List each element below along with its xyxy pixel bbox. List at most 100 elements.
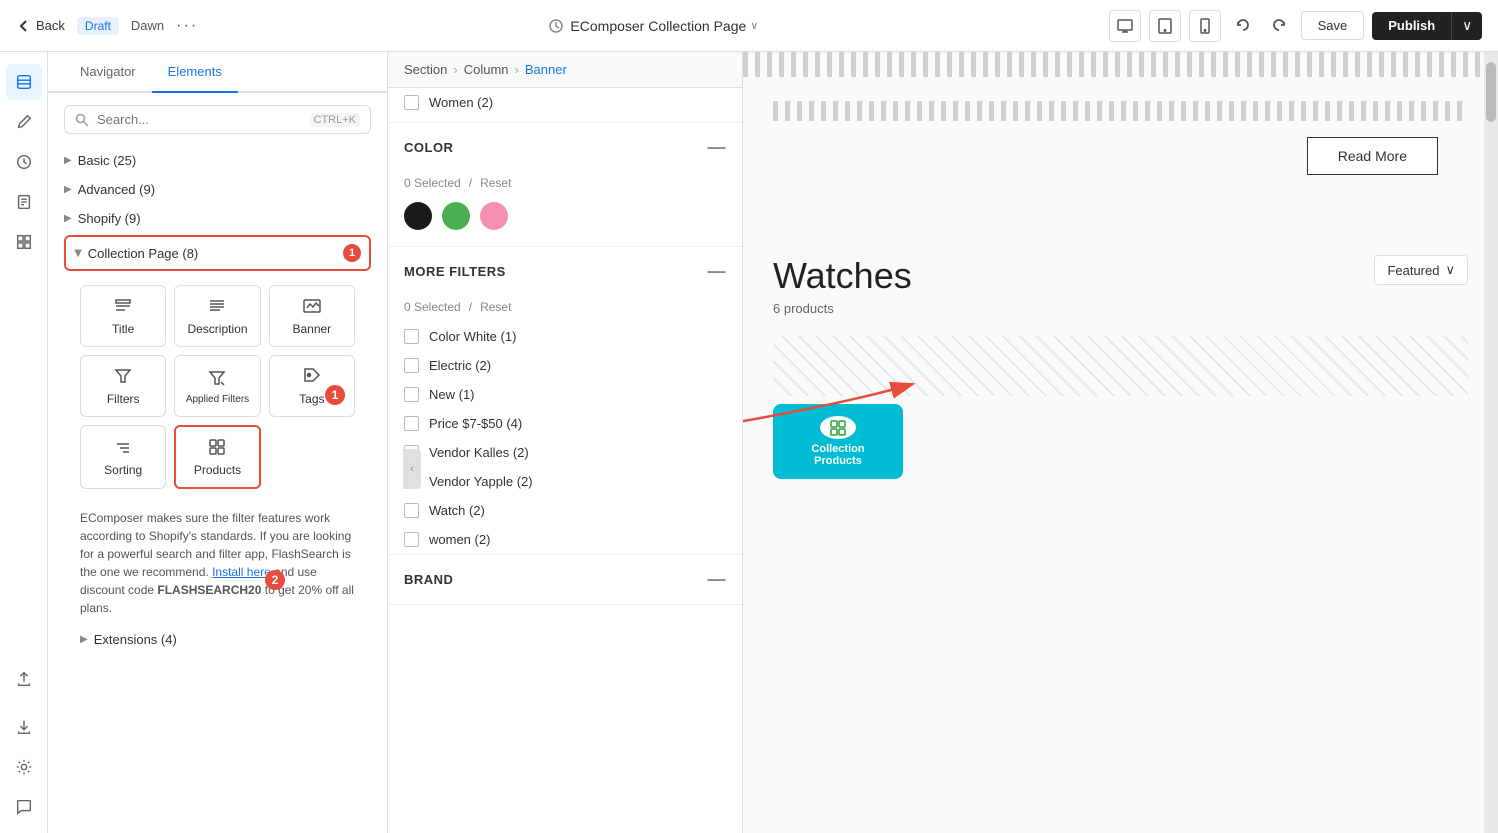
sidebar-icon-layers[interactable]: [6, 64, 42, 100]
more-options-button[interactable]: ···: [176, 17, 198, 35]
tab-elements[interactable]: Elements: [152, 52, 238, 93]
collection-products-area: Collection Products: [773, 404, 1468, 504]
preview-wrapper: ‹ Read More Watches 6 prod: [743, 52, 1498, 833]
tab-navigator[interactable]: Navigator: [64, 52, 152, 93]
badge-2: 2: [265, 570, 285, 590]
page-title[interactable]: EComposer Collection Page ∨: [570, 18, 758, 34]
scrollbar-thumb[interactable]: [1486, 62, 1496, 122]
breadcrumb-section[interactable]: Section: [404, 62, 447, 77]
scrollbar-right[interactable]: [1484, 52, 1498, 833]
widget-sorting[interactable]: Sorting: [80, 425, 166, 489]
search-input[interactable]: [97, 112, 302, 127]
publish-button[interactable]: Publish: [1372, 12, 1451, 40]
dashed-area-products: [773, 336, 1468, 396]
filter-item-vendor-yapple: Vendor Yapple (2): [388, 467, 742, 496]
color-collapse-btn[interactable]: —: [708, 137, 727, 158]
sidebar-icon-upload[interactable]: [6, 661, 42, 697]
read-more-button[interactable]: Read More: [1307, 137, 1438, 175]
tree-item-advanced[interactable]: ▶ Advanced (9): [64, 175, 371, 204]
featured-select[interactable]: Featured ∨: [1374, 255, 1468, 285]
widget-grid: Title Description Banner Filters Applied…: [64, 273, 371, 501]
widget-tags[interactable]: Tags: [269, 355, 355, 417]
widget-products[interactable]: Products: [174, 425, 260, 489]
filter-item-price: Price $7-$50 (4): [388, 409, 742, 438]
sidebar-icon-pencil[interactable]: [6, 104, 42, 140]
brand-collapse-btn[interactable]: —: [708, 569, 727, 590]
tree-item-basic[interactable]: ▶ Basic (25): [64, 146, 371, 175]
filter-item-vendor-kalles: Vendor Kalles (2): [388, 438, 742, 467]
color-reset-link[interactable]: Reset: [480, 176, 511, 190]
sidebar-icon-pages[interactable]: [6, 184, 42, 220]
filter-meta-color: 0 Selected / Reset: [388, 172, 742, 198]
tree-arrow-extensions: ▶: [80, 634, 88, 645]
collection-products-icon-circle: [820, 416, 856, 439]
filter-item-color-white: Color White (1): [388, 322, 742, 351]
sidebar-icon-settings[interactable]: [6, 749, 42, 785]
dashed-stripe-top: [743, 52, 1498, 77]
tree-item-collection-page[interactable]: ▶ Collection Page (8) 1: [64, 235, 371, 271]
widget-banner[interactable]: Banner: [269, 285, 355, 347]
tree-item-shopify[interactable]: ▶ Shopify (9): [64, 204, 371, 233]
sidebar-icon-grid[interactable]: [6, 224, 42, 260]
back-button[interactable]: Back: [16, 18, 65, 34]
breadcrumb-banner[interactable]: Banner: [525, 62, 567, 77]
collection-badge: 1: [343, 244, 361, 262]
widget-description-label: Description: [187, 322, 247, 336]
topbar-left: Back Draft Dawn ···: [16, 17, 198, 35]
filter-header-brand[interactable]: BRAND —: [388, 555, 742, 604]
filter-women-label: Women (2): [429, 95, 493, 110]
color-swatches: [388, 198, 742, 246]
collection-products-card[interactable]: Collection Products: [773, 404, 903, 479]
filter-panel: Women (2) COLOR — 0 Selected / Reset: [388, 88, 743, 605]
tree-arrow-basic: ▶: [64, 155, 72, 166]
tablet-view-button[interactable]: [1149, 10, 1181, 42]
widget-title[interactable]: Title: [80, 285, 166, 347]
preview-inner: Read More Watches 6 products Featured ∨: [743, 77, 1498, 833]
tree-arrow-advanced: ▶: [64, 184, 72, 195]
topbar: Back Draft Dawn ··· EComposer Collection…: [0, 0, 1498, 52]
filter-item-electric: Electric (2): [388, 351, 742, 380]
widget-filters[interactable]: Filters: [80, 355, 166, 417]
theme-name: Dawn: [131, 18, 164, 33]
filter-women-item: Women (2): [388, 88, 742, 123]
publish-dropdown-button[interactable]: ∨: [1451, 12, 1482, 40]
swatch-green[interactable]: [442, 202, 470, 230]
tree-item-extensions[interactable]: ▶ Extensions (4): [64, 625, 371, 654]
breadcrumb-column[interactable]: Column: [464, 62, 509, 77]
install-link[interactable]: Install here: [212, 565, 271, 579]
sidebar-icon-download[interactable]: [6, 709, 42, 745]
sidebar-icon-history[interactable]: [6, 144, 42, 180]
featured-label: Featured: [1387, 263, 1439, 278]
widget-description[interactable]: Description: [174, 285, 260, 347]
mobile-view-button[interactable]: [1189, 10, 1221, 42]
redo-button[interactable]: [1265, 12, 1293, 40]
topbar-right: Save Publish ∨: [1109, 10, 1482, 42]
swatch-pink[interactable]: [480, 202, 508, 230]
undo-button[interactable]: [1229, 12, 1257, 40]
desktop-view-button[interactable]: [1109, 10, 1141, 42]
widget-filters-label: Filters: [107, 392, 140, 406]
tree-section: ▶ Basic (25) ▶ Advanced (9) ▶ Shopify (9…: [48, 146, 387, 833]
preview-area: Read More Watches 6 products Featured ∨: [743, 52, 1498, 833]
search-bar: CTRL+K: [64, 105, 371, 134]
search-shortcut: CTRL+K: [310, 113, 361, 127]
widget-products-label: Products: [194, 463, 241, 477]
widget-applied-filters-label: Applied Filters: [186, 394, 249, 405]
widget-title-label: Title: [112, 322, 134, 336]
filter-section-color: COLOR — 0 Selected / Reset: [388, 123, 742, 247]
panel-tabs: Navigator Elements: [48, 52, 387, 93]
save-button[interactable]: Save: [1301, 11, 1365, 40]
dashed-band: [773, 101, 1468, 121]
filter-header-color[interactable]: COLOR —: [388, 123, 742, 172]
sidebar-icon-chat[interactable]: [6, 789, 42, 825]
widget-applied-filters[interactable]: Applied Filters: [174, 355, 260, 417]
breadcrumb-sep-1: ›: [453, 62, 457, 77]
left-panel: Navigator Elements CTRL+K ▶ Basic (25) ▶…: [48, 52, 388, 833]
more-filters-collapse-btn[interactable]: —: [708, 261, 727, 282]
tree-arrow-collection: ▶: [72, 249, 83, 257]
badge-1: 1: [325, 385, 345, 405]
watches-count: 6 products: [773, 301, 912, 316]
filter-item-new: New (1): [388, 380, 742, 409]
filter-header-more[interactable]: MORE FILTERS —: [388, 247, 742, 296]
more-filters-reset-link[interactable]: Reset: [480, 300, 511, 314]
